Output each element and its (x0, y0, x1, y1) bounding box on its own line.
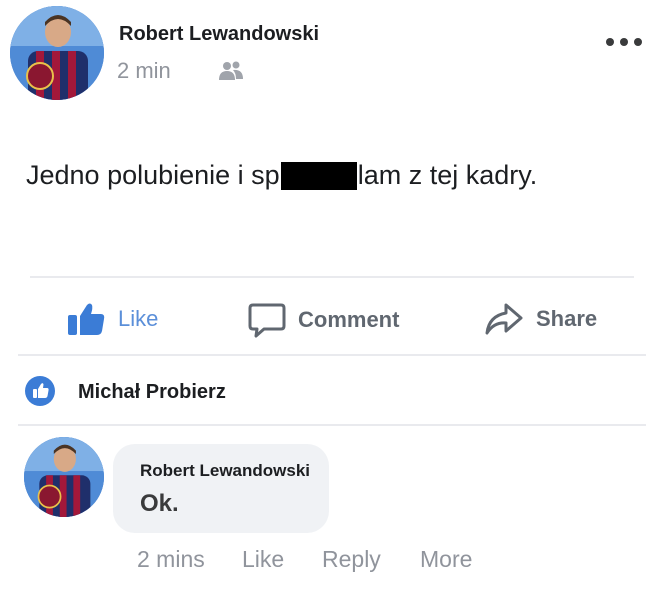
more-horizontal-icon[interactable] (604, 33, 644, 51)
comment-reply-link[interactable]: Reply (322, 546, 381, 573)
commenter-avatar[interactable] (24, 437, 104, 517)
post-text-end: lam z tej kadry. (357, 160, 538, 190)
post-text: Jedno polubienie i sp lam z tej kadry. (26, 160, 537, 191)
thumbs-up-icon (68, 303, 105, 335)
share-button[interactable]: Share (484, 302, 597, 336)
divider-middle (18, 354, 646, 356)
avatar-photo (10, 6, 104, 100)
comment-bubble (113, 444, 329, 533)
comment-label: Comment (298, 307, 400, 332)
avatar-photo (24, 437, 104, 517)
comment-button[interactable]: Comment (248, 302, 399, 338)
comment-timestamp[interactable]: 2 mins (137, 546, 205, 573)
reactor-name[interactable]: Michał Probierz (78, 381, 226, 404)
redaction-bar (280, 161, 357, 190)
comment-like-link[interactable]: Like (242, 546, 284, 573)
comment-author-name[interactable]: Robert Lewandowski (140, 461, 310, 481)
comment-text: Ok. (140, 490, 179, 517)
divider-bottom (18, 424, 646, 426)
like-button[interactable]: Like (66, 302, 158, 336)
comment-more-link[interactable]: More (420, 546, 472, 573)
divider-top (30, 276, 634, 278)
post-text-start: Jedno polubienie i sp (26, 160, 280, 190)
comment-icon (248, 303, 286, 338)
friends-icon (216, 60, 246, 82)
author-avatar[interactable] (10, 6, 104, 100)
share-label: Share (536, 306, 598, 331)
share-icon (485, 303, 523, 335)
post-timestamp[interactable]: 2 min (117, 58, 171, 84)
like-label: Like (118, 306, 159, 331)
like-badge-icon (25, 376, 55, 406)
post-author-name[interactable]: Robert Lewandowski (119, 23, 319, 46)
